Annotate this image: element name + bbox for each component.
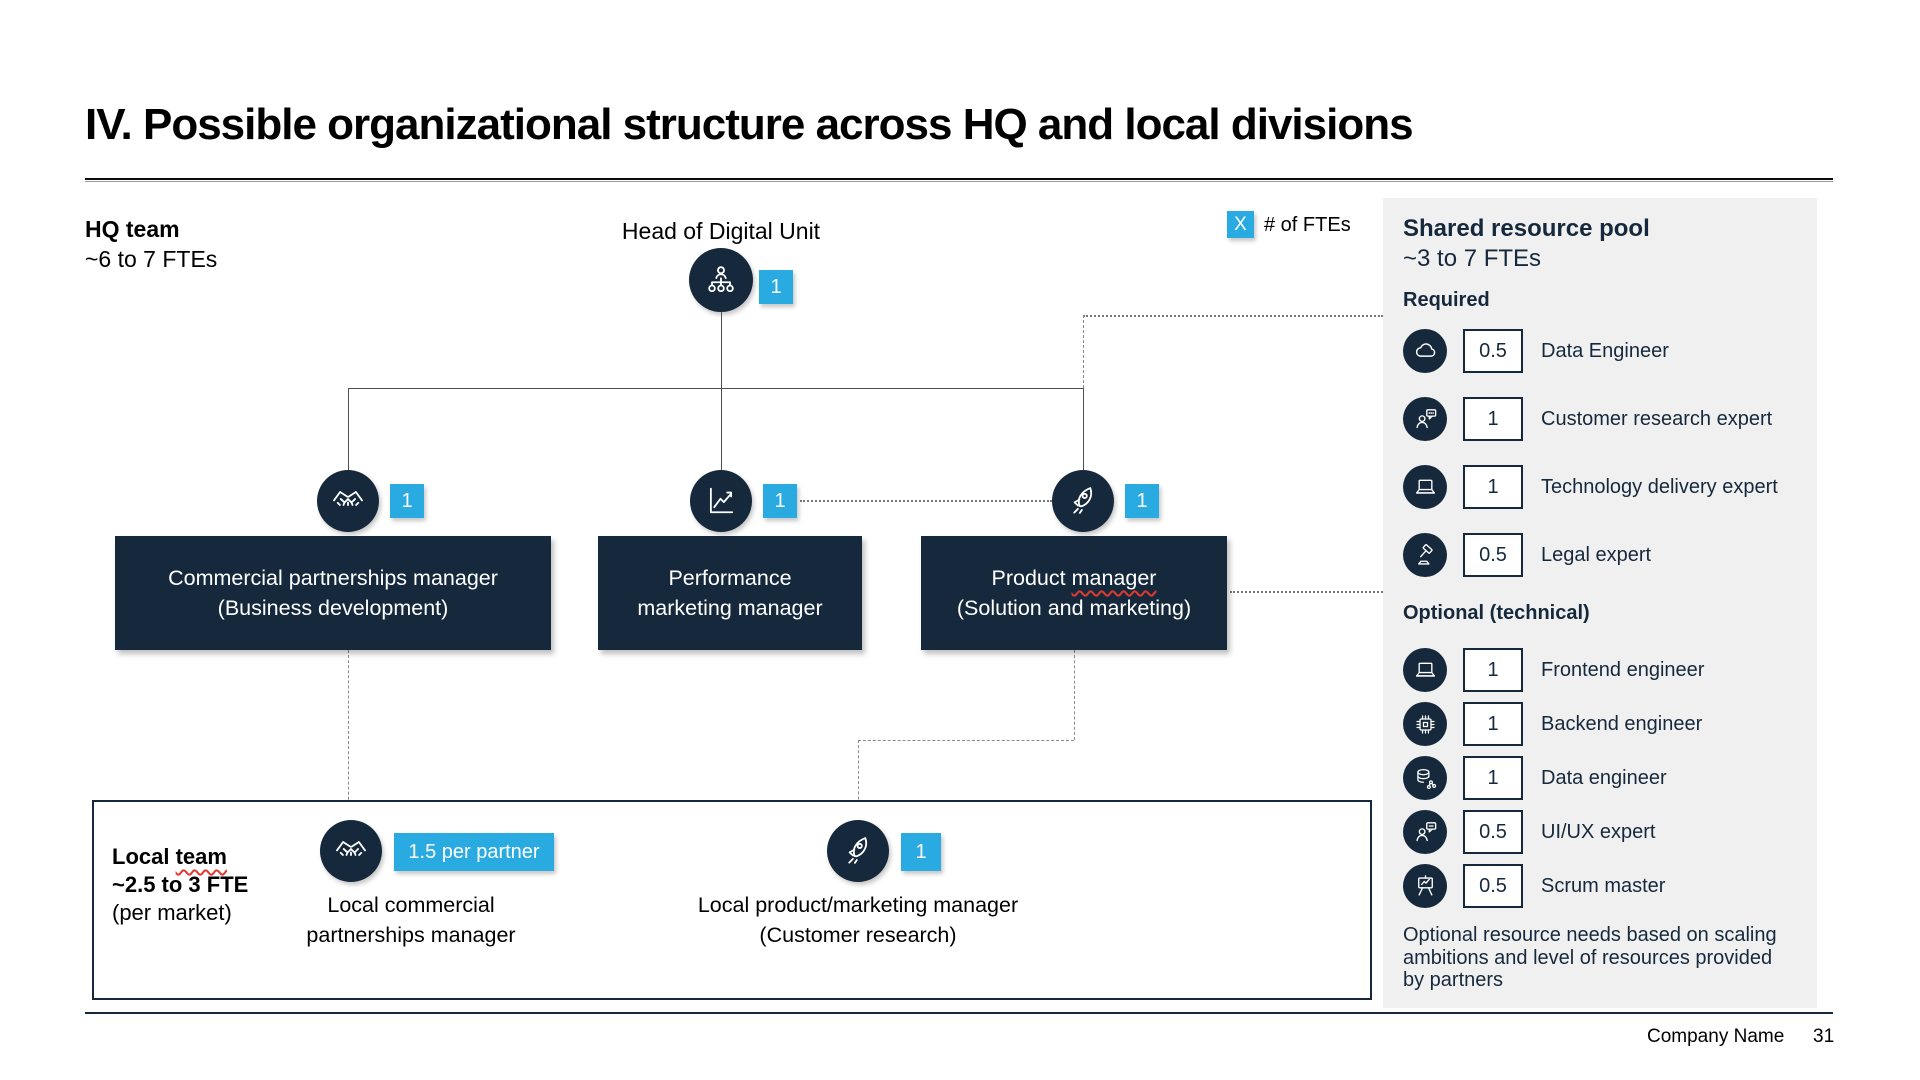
local-product-label: Local product/marketing manager (Custome… bbox=[658, 890, 1058, 950]
fte-value-box: 1 bbox=[1463, 397, 1523, 441]
pool-role-label: Legal expert bbox=[1541, 544, 1651, 567]
pool-row: 1 Technology delivery expert bbox=[1403, 465, 1797, 509]
rocket-icon bbox=[827, 820, 889, 882]
connector-branch-right bbox=[1083, 388, 1084, 470]
fte-value-box: 1 bbox=[1463, 648, 1523, 692]
pool-row: 1 Data engineer bbox=[1403, 756, 1797, 800]
title-divider bbox=[85, 178, 1833, 182]
hq-team-ftes: ~6 to 7 FTEs bbox=[85, 244, 217, 274]
database-icon bbox=[1403, 756, 1447, 800]
pool-row: 1 Backend engineer bbox=[1403, 702, 1797, 746]
ux-expert-icon bbox=[1403, 810, 1447, 854]
slide: IV. Possible organizational structure ac… bbox=[0, 0, 1920, 1080]
gavel-icon bbox=[1403, 533, 1447, 577]
connector-dotted-to-pool-top bbox=[1083, 315, 1383, 317]
chip-icon bbox=[1403, 702, 1447, 746]
fte-value-box: 0.5 bbox=[1463, 864, 1523, 908]
chart-growth-icon bbox=[690, 470, 752, 532]
footer-divider bbox=[85, 1012, 1833, 1014]
footer-company-name: Company Name bbox=[1647, 1026, 1784, 1048]
fte-value-box: 0.5 bbox=[1463, 810, 1523, 854]
pool-row: 0.5 Scrum master bbox=[1403, 864, 1797, 908]
pool-row: 0.5 Data Engineer bbox=[1403, 329, 1797, 373]
fte-value-box: 1 bbox=[1463, 756, 1523, 800]
connector-branch-horizontal bbox=[348, 388, 1083, 389]
easel-icon bbox=[1403, 864, 1447, 908]
pool-required-heading: Required bbox=[1403, 288, 1797, 313]
customer-chat-icon bbox=[1403, 397, 1447, 441]
pool-subtitle: ~3 to 7 FTEs bbox=[1403, 244, 1797, 274]
pool-role-label: Data Engineer bbox=[1541, 340, 1669, 363]
local-product-fte-badge: 1 bbox=[901, 833, 941, 871]
pool-row: 0.5 Legal expert bbox=[1403, 533, 1797, 577]
pool-role-label: Technology delivery expert bbox=[1541, 476, 1778, 499]
cloud-icon bbox=[1403, 329, 1447, 373]
pool-row: 0.5 UI/UX expert bbox=[1403, 810, 1797, 854]
product-fte-badge: 1 bbox=[1125, 484, 1159, 518]
connector-dashed-product-down bbox=[1074, 650, 1075, 740]
page-title: IV. Possible organizational structure ac… bbox=[85, 100, 1413, 150]
performance-fte-badge: 1 bbox=[763, 484, 797, 518]
pool-footnote: Optional resource needs based on scaling… bbox=[1403, 924, 1797, 992]
commercial-fte-badge: 1 bbox=[390, 484, 424, 518]
local-commercial-fte-badge: 1.5 per partner bbox=[394, 833, 554, 871]
fte-value-box: 1 bbox=[1463, 465, 1523, 509]
org-chart-icon bbox=[689, 248, 753, 312]
connector-dashed-product-across bbox=[858, 740, 1074, 741]
box-line1: Performance bbox=[668, 563, 791, 593]
fte-value-box: 1 bbox=[1463, 702, 1523, 746]
local-team-note: (per market) bbox=[112, 899, 248, 927]
performance-marketing-manager-box: Performance marketing manager bbox=[598, 536, 862, 650]
laptop-icon bbox=[1403, 465, 1447, 509]
footer-page-number: 31 bbox=[1813, 1026, 1834, 1048]
pool-title: Shared resource pool bbox=[1403, 214, 1797, 244]
connector-branch-mid bbox=[721, 388, 722, 470]
connector-dotted-perf-product bbox=[800, 500, 1052, 502]
commercial-partnerships-manager-box: Commercial partnerships manager (Busines… bbox=[115, 536, 551, 650]
shared-resource-pool-panel: Shared resource pool ~3 to 7 FTEs Requir… bbox=[1383, 198, 1817, 1008]
hq-team-label: HQ team ~6 to 7 FTEs bbox=[85, 214, 217, 274]
pool-role-label: Data engineer bbox=[1541, 767, 1667, 790]
local-team-title: Local team bbox=[112, 843, 248, 871]
local-commercial-label: Local commercial partnerships manager bbox=[261, 890, 561, 950]
pool-optional-heading: Optional (technical) bbox=[1403, 601, 1797, 626]
laptop-icon bbox=[1403, 648, 1447, 692]
product-manager-box: Product manager (Solution and marketing) bbox=[921, 536, 1227, 650]
pool-role-label: Customer research expert bbox=[1541, 408, 1772, 431]
spellcheck-flagged-word: manager bbox=[1072, 566, 1157, 590]
pool-role-label: Frontend engineer bbox=[1541, 659, 1704, 682]
pool-row: 1 Customer research expert bbox=[1403, 397, 1797, 441]
legend-fte-symbol: X bbox=[1227, 211, 1254, 238]
fte-value-box: 0.5 bbox=[1463, 533, 1523, 577]
fte-value-box: 0.5 bbox=[1463, 329, 1523, 373]
pool-optional-list: 1 Frontend engineer 1 Backend engineer bbox=[1403, 648, 1797, 908]
box-line2: marketing manager bbox=[637, 593, 822, 623]
connector-dotted-product-pool bbox=[1230, 591, 1383, 593]
connector-branch-left bbox=[348, 388, 349, 470]
local-team-ftes: ~2.5 to 3 FTE bbox=[112, 871, 248, 899]
local-team-label: Local team ~2.5 to 3 FTE (per market) bbox=[112, 843, 248, 927]
pool-role-label: Backend engineer bbox=[1541, 713, 1702, 736]
pool-role-label: UI/UX expert bbox=[1541, 821, 1655, 844]
connector-dashed-commercial-local bbox=[348, 650, 349, 820]
pool-required-list: 0.5 Data Engineer 1 Customer research ex… bbox=[1403, 329, 1797, 577]
box-line2: (Business development) bbox=[218, 593, 449, 623]
connector-dashed-pool-drop bbox=[1083, 315, 1084, 388]
rocket-icon bbox=[1052, 470, 1114, 532]
box-line1: Commercial partnerships manager bbox=[168, 563, 498, 593]
pool-row: 1 Frontend engineer bbox=[1403, 648, 1797, 692]
connector-head-down bbox=[721, 312, 722, 388]
handshake-icon bbox=[320, 820, 382, 882]
box-line1: Product manager bbox=[992, 563, 1157, 593]
hq-team-title: HQ team bbox=[85, 214, 217, 244]
pool-role-label: Scrum master bbox=[1541, 875, 1665, 898]
spellcheck-flagged-word: team bbox=[176, 844, 227, 869]
handshake-icon bbox=[317, 470, 379, 532]
head-fte-badge: 1 bbox=[759, 270, 793, 304]
box-line2: (Solution and marketing) bbox=[957, 593, 1191, 623]
legend-fte-label: # of FTEs bbox=[1264, 214, 1351, 237]
head-of-digital-unit-label: Head of Digital Unit bbox=[571, 216, 871, 246]
